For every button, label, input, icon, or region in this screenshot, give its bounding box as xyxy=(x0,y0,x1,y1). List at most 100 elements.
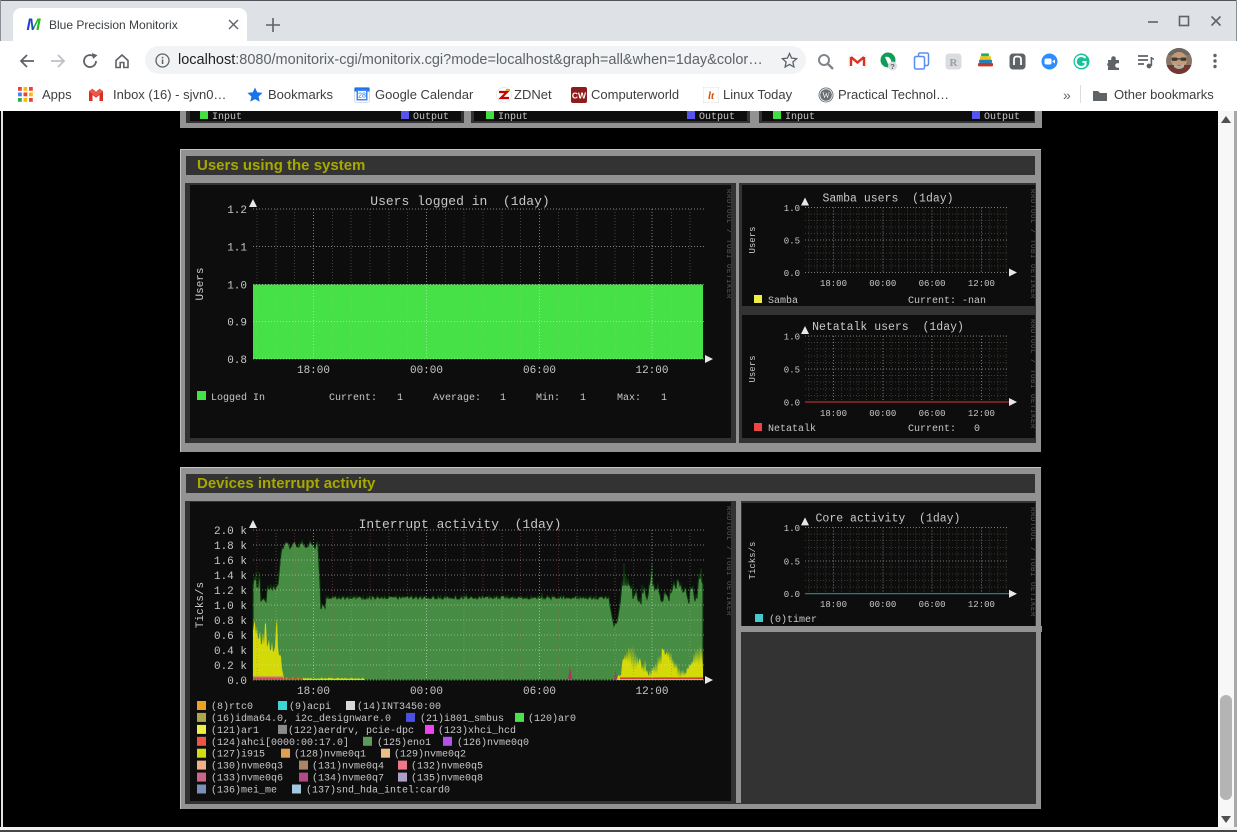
svg-text:1.0: 1.0 xyxy=(227,281,247,293)
svg-text:0.5: 0.5 xyxy=(784,366,800,376)
svg-text:1: 1 xyxy=(500,393,506,404)
svg-text:(133)nvme0q6: (133)nvme0q6 xyxy=(211,773,283,785)
svg-text:R: R xyxy=(950,57,959,69)
svg-text:Output: Output xyxy=(413,112,449,121)
svg-text:Input: Input xyxy=(785,112,815,121)
svg-text:Ticks/s: Ticks/s xyxy=(195,582,207,628)
svg-text:Ticks/s: Ticks/s xyxy=(748,542,758,580)
svg-text:1.4 k: 1.4 k xyxy=(214,571,247,583)
svg-text:1.2 k: 1.2 k xyxy=(214,586,247,598)
svg-text:Samba: Samba xyxy=(768,295,798,306)
svg-text:Netatalk users (1day): Netatalk users (1day) xyxy=(812,321,964,334)
svg-text:1.0 k: 1.0 k xyxy=(214,601,247,613)
svg-text:(129)nvme0q2: (129)nvme0q2 xyxy=(394,749,466,761)
svg-text:(127)i915: (127)i915 xyxy=(211,749,265,761)
svg-text:(135)nvme0q8: (135)nvme0q8 xyxy=(411,773,483,785)
svg-text:1.6 k: 1.6 k xyxy=(214,556,247,568)
svg-text:(8)rtc0: (8)rtc0 xyxy=(211,701,253,713)
svg-text:Netatalk: Netatalk xyxy=(768,423,816,435)
svg-text:Current:: Current: xyxy=(329,393,377,404)
svg-text:?: ? xyxy=(890,62,895,71)
svg-text:1.8 k: 1.8 k xyxy=(214,541,247,553)
svg-text:Users logged in (1day): Users logged in (1day) xyxy=(370,194,549,209)
svg-text:0.0: 0.0 xyxy=(227,676,247,688)
svg-text:1.0: 1.0 xyxy=(784,204,800,214)
svg-text:18:00: 18:00 xyxy=(820,409,847,419)
svg-text:1.0: 1.0 xyxy=(784,524,800,534)
svg-text:1: 1 xyxy=(397,393,403,404)
svg-text:0.6 k: 0.6 k xyxy=(214,631,247,643)
svg-text:CW: CW xyxy=(572,91,587,101)
svg-text:28: 28 xyxy=(358,93,366,100)
svg-text:2.0 k: 2.0 k xyxy=(214,526,247,538)
svg-text:(120)ar0: (120)ar0 xyxy=(528,713,576,725)
svg-text:Logged In: Logged In xyxy=(211,392,265,404)
svg-text:Samba users (1day): Samba users (1day) xyxy=(822,193,953,206)
svg-text:06:00: 06:00 xyxy=(523,365,556,377)
svg-text:18:00: 18:00 xyxy=(820,600,847,610)
svg-text:(0)timer: (0)timer xyxy=(769,614,817,626)
svg-text:0.5: 0.5 xyxy=(784,237,800,247)
svg-text:0.0: 0.0 xyxy=(784,590,800,600)
svg-text:Input: Input xyxy=(498,112,528,121)
svg-text:00:00: 00:00 xyxy=(869,279,896,289)
svg-text:RRDTOOL / TOBI OETIKER: RRDTOOL / TOBI OETIKER xyxy=(724,189,731,299)
svg-text:(122)aerdrv, pcie-dpc: (122)aerdrv, pcie-dpc xyxy=(288,725,414,737)
svg-text:0.0: 0.0 xyxy=(784,399,800,409)
svg-text:12:00: 12:00 xyxy=(968,600,995,610)
svg-text:Users: Users xyxy=(748,226,758,253)
svg-text:RRDTOOL / TOBI OETIKER: RRDTOOL / TOBI OETIKER xyxy=(724,506,731,616)
svg-text:(123)xhci_hcd: (123)xhci_hcd xyxy=(438,725,516,737)
svg-text:12:00: 12:00 xyxy=(968,409,995,419)
svg-text:(137)snd_hda_intel:card0: (137)snd_hda_intel:card0 xyxy=(306,785,450,797)
svg-text:00:00: 00:00 xyxy=(410,365,443,377)
svg-text:Current: -nan: Current: -nan xyxy=(908,296,986,306)
svg-text:Users: Users xyxy=(195,267,207,300)
svg-text:0.5: 0.5 xyxy=(784,557,800,567)
svg-text:00:00: 00:00 xyxy=(410,686,443,698)
svg-text:12:00: 12:00 xyxy=(635,365,668,377)
svg-text:(21)i801_smbus: (21)i801_smbus xyxy=(420,713,504,725)
svg-text:0.4 k: 0.4 k xyxy=(214,646,247,658)
svg-text:0.0: 0.0 xyxy=(784,269,800,279)
svg-text:06:00: 06:00 xyxy=(919,600,946,610)
svg-text:(130)nvme0q3: (130)nvme0q3 xyxy=(211,761,283,773)
svg-text:Min:: Min: xyxy=(536,392,560,404)
svg-text:(136)mei_me: (136)mei_me xyxy=(211,785,277,797)
svg-text:0.8: 0.8 xyxy=(227,355,247,367)
svg-text:1: 1 xyxy=(580,393,586,404)
svg-text:00:00: 00:00 xyxy=(869,600,896,610)
svg-text:(14)INT3450:00: (14)INT3450:00 xyxy=(357,701,441,713)
svg-text:00:00: 00:00 xyxy=(869,409,896,419)
svg-text:18:00: 18:00 xyxy=(297,686,330,698)
svg-text:06:00: 06:00 xyxy=(919,409,946,419)
svg-text:RRDTOOL / TOBI OETIKER: RRDTOOL / TOBI OETIKER xyxy=(1028,507,1035,617)
svg-text:(132)nvme0q5: (132)nvme0q5 xyxy=(411,761,483,773)
svg-text:(125)eno1: (125)eno1 xyxy=(377,737,431,749)
svg-text:(131)nvme0q4: (131)nvme0q4 xyxy=(312,761,384,773)
svg-text:06:00: 06:00 xyxy=(523,686,556,698)
svg-text:(128)nvme0q1: (128)nvme0q1 xyxy=(294,749,366,761)
svg-text:0.8 k: 0.8 k xyxy=(214,616,247,628)
svg-text:1: 1 xyxy=(661,393,667,404)
svg-text:Users: Users xyxy=(748,355,758,382)
svg-text:(16)idma64.0, i2c_designware.0: (16)idma64.0, i2c_designware.0 xyxy=(211,713,391,725)
svg-text:Max:: Max: xyxy=(617,393,641,404)
svg-text:12:00: 12:00 xyxy=(635,686,668,698)
svg-text:18:00: 18:00 xyxy=(297,365,330,377)
svg-text:(134)nvme0q7: (134)nvme0q7 xyxy=(312,773,384,785)
svg-text:12:00: 12:00 xyxy=(968,279,995,289)
svg-text:1.1: 1.1 xyxy=(227,243,247,255)
svg-text:Core activity (1day): Core activity (1day) xyxy=(816,512,961,525)
svg-text:(121)ar1: (121)ar1 xyxy=(211,725,259,737)
svg-text:Average:: Average: xyxy=(433,393,481,404)
svg-text:(124)ahci[0000:00:17.0]: (124)ahci[0000:00:17.0] xyxy=(211,737,349,749)
svg-text:RRDTOOL / TOBI OETIKER: RRDTOOL / TOBI OETIKER xyxy=(1028,189,1035,299)
svg-text:1.2: 1.2 xyxy=(227,205,247,217)
svg-text:0.9: 0.9 xyxy=(227,318,247,330)
svg-text:M: M xyxy=(26,16,41,33)
svg-text:1.0: 1.0 xyxy=(784,333,800,343)
svg-text:RRDTOOL / TOBI OETIKER: RRDTOOL / TOBI OETIKER xyxy=(1028,319,1035,429)
svg-text:(126)nvme0q0: (126)nvme0q0 xyxy=(457,737,529,749)
svg-text:Output: Output xyxy=(699,112,735,121)
